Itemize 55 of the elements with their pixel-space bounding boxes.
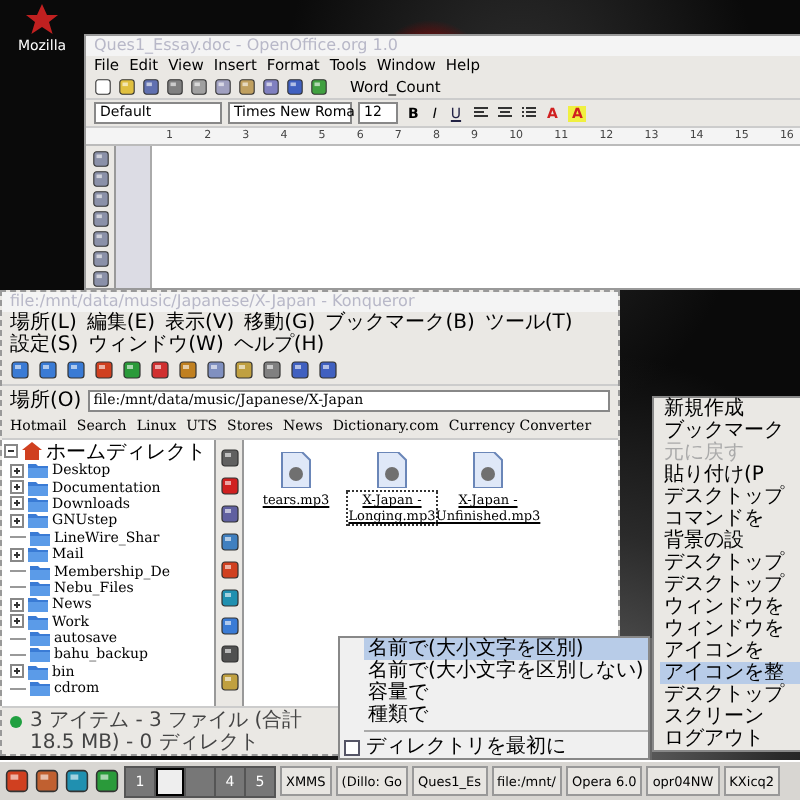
- menu-item[interactable]: アイコンを整: [660, 662, 800, 684]
- menu-item[interactable]: ブックマーク: [660, 420, 800, 442]
- checkbox[interactable]: [344, 739, 360, 755]
- tree-item[interactable]: ホームディレクト: [46, 440, 206, 465]
- menu-item[interactable]: 表示(V): [165, 312, 235, 334]
- menu-item[interactable]: 種類で: [364, 704, 648, 726]
- menu-item[interactable]: デスクトップ: [660, 486, 800, 508]
- tree-expander-icon[interactable]: [10, 597, 24, 612]
- window-title: file:/mnt/data/music/Japanese/X-Japan - Konqueror: [2, 292, 618, 312]
- menu-item[interactable]: 背景の設: [660, 530, 800, 552]
- tree-expander-icon[interactable]: [10, 513, 24, 528]
- menu-item[interactable]: ヘルプ(H): [233, 334, 325, 356]
- menu-item[interactable]: アイコンを: [660, 640, 800, 662]
- menu-item[interactable]: 名前で(大小文字を区別): [364, 638, 648, 660]
- page-margin: [116, 146, 150, 288]
- menu-item[interactable]: ブックマーク(B): [325, 312, 475, 334]
- menu-item[interactable]: 移動(G): [244, 312, 316, 334]
- menu-item[interactable]: ログアウト: [660, 728, 800, 750]
- menu-item[interactable]: デスクトップ: [660, 552, 800, 574]
- audio-file-icon[interactable]: [472, 452, 504, 488]
- tree-expander-icon[interactable]: [10, 547, 24, 562]
- audio-file-icon[interactable]: [280, 452, 312, 488]
- window-title: Ques1_Essay.doc - OpenOffice.org 1.0: [86, 36, 800, 56]
- list-icon[interactable]: [519, 104, 538, 122]
- menu-item[interactable]: 設定(S): [10, 334, 79, 356]
- tree-expander-icon[interactable]: [10, 463, 24, 478]
- menu-item[interactable]: ウィンドウを: [660, 596, 800, 618]
- menu-item[interactable]: コマンドを: [660, 508, 800, 530]
- menu-item[interactable]: 容量で: [364, 682, 648, 704]
- menu-item[interactable]: 編集(E): [86, 312, 155, 334]
- menu-item[interactable]: 貼り付け(P: [660, 464, 800, 486]
- menu-item[interactable]: 名前で(大小文字を区別しない): [364, 660, 648, 682]
- tree-expander-icon[interactable]: [10, 664, 24, 679]
- menu-item[interactable]: デスクトップ: [660, 574, 800, 596]
- menu-item[interactable]: スクリーン: [660, 706, 800, 728]
- menu-item[interactable]: 場所(L): [10, 312, 77, 334]
- desktop-switcher-button[interactable]: [186, 767, 214, 795]
- tree-expander-icon[interactable]: [10, 496, 24, 511]
- audio-file-icon[interactable]: [376, 452, 408, 488]
- menu-item[interactable]: ディレクトリを最初に: [366, 736, 566, 758]
- menu-item[interactable]: ウィンドウ(W): [88, 334, 224, 356]
- star-icon[interactable]: [24, 4, 60, 36]
- status-text: 3 アイテム - 3 ファイル (合計 18.5 MB) - 0 ディレクト: [30, 710, 305, 754]
- menu-item[interactable]: 新規作成: [660, 398, 800, 420]
- tree-expander-icon[interactable]: [10, 614, 24, 629]
- location-label: 場所(O): [10, 387, 82, 414]
- menu-item[interactable]: ウィンドウを: [660, 618, 800, 640]
- status-indicator-icon: [10, 716, 22, 728]
- menu-item[interactable]: デスクトップ: [660, 684, 800, 706]
- desktop-switcher-button[interactable]: [156, 767, 184, 795]
- tree-expander-icon[interactable]: [10, 480, 24, 495]
- align-left-icon[interactable]: [471, 104, 490, 122]
- align-center-icon[interactable]: [495, 104, 514, 122]
- menu-item[interactable]: ツール(T): [484, 312, 573, 334]
- tree-expander-icon[interactable]: [4, 444, 18, 458]
